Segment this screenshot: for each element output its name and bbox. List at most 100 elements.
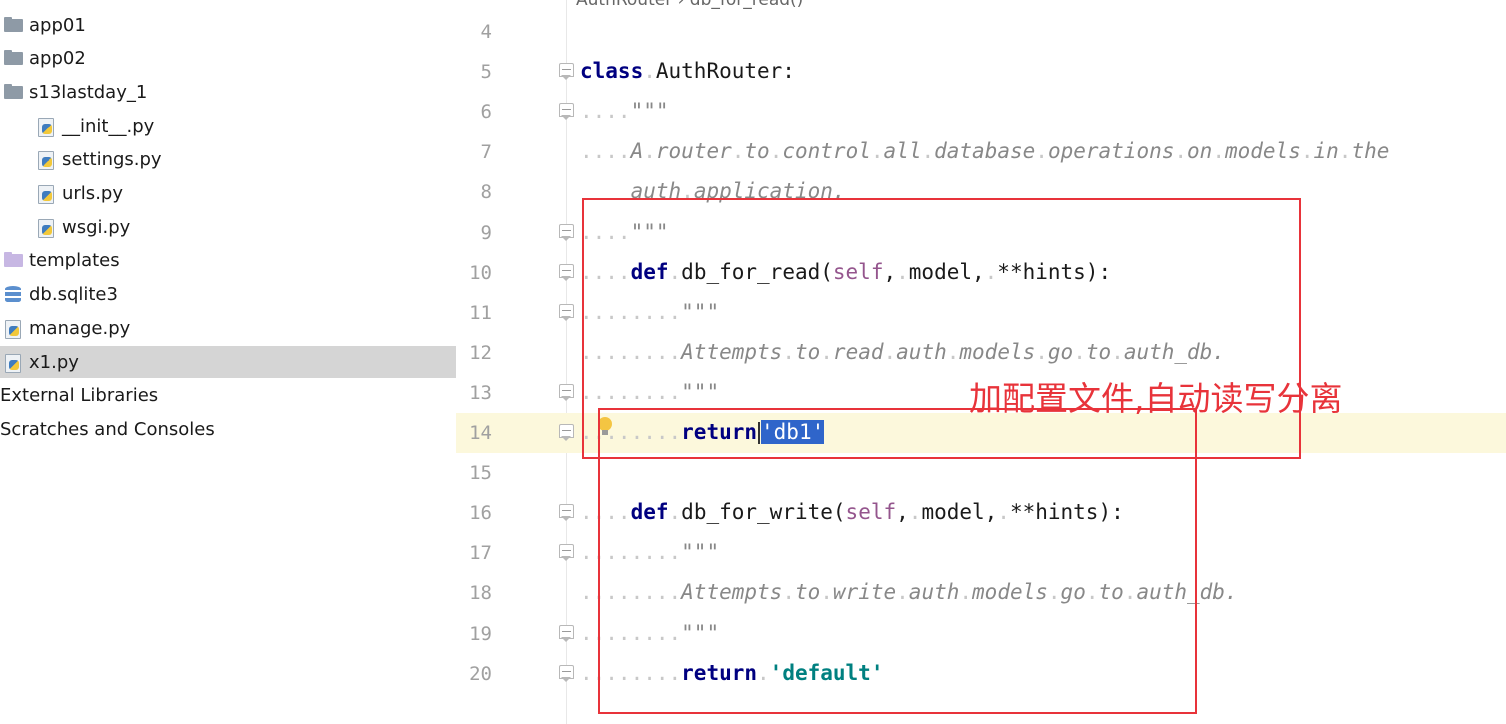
fold-marker-icon[interactable] [557, 503, 575, 522]
code-token: . [769, 139, 783, 164]
code-token: . [1300, 139, 1314, 164]
line-number[interactable]: 16 [456, 502, 492, 524]
line-number[interactable]: 20 [456, 663, 492, 685]
code-token: control [782, 139, 871, 164]
code-text[interactable]: ....A.router.to.control.all.database.ope… [580, 139, 1389, 163]
code-token: on [1187, 139, 1213, 164]
line-number[interactable]: 7 [456, 141, 492, 163]
breadcrumb-separator: › [677, 0, 690, 10]
line-number[interactable]: 13 [456, 382, 492, 404]
line-number[interactable]: 19 [456, 623, 492, 645]
project-tree-item[interactable]: settings.py [0, 143, 456, 175]
code-token: . [870, 139, 884, 164]
project-tree-item[interactable]: wsgi.py [0, 211, 456, 243]
editor-breadcrumb[interactable]: AuthRouter › db_for_read() [576, 0, 803, 10]
code-editor[interactable]: AuthRouter › db_for_read() 4 5 class.AuthR… [456, 0, 1506, 724]
project-tree-item-label: wsgi.py [62, 216, 131, 238]
code-token: class [580, 59, 644, 84]
project-tool-window: app01 app02 s13lastday_1 __init__.pysetting… [0, 0, 457, 724]
line-number[interactable]: 17 [456, 542, 492, 564]
project-tree-item[interactable]: External Libraries [0, 379, 456, 411]
project-tree-item-label: db.sqlite3 [29, 283, 118, 305]
fold-marker-icon[interactable] [557, 664, 575, 682]
line-number[interactable]: 5 [456, 61, 492, 83]
code-token: . [643, 139, 656, 164]
python-file-icon [3, 353, 25, 373]
code-token: . [921, 139, 935, 164]
python-file-icon [36, 218, 58, 238]
code-token: .... [580, 99, 631, 124]
code-token: .... [580, 139, 631, 164]
code-line[interactable]: 7 ....A.router.to.control.all.database.op… [456, 132, 1506, 172]
code-token: models [1224, 139, 1301, 164]
code-token: database [934, 139, 1036, 164]
python-file-icon [3, 319, 25, 339]
project-tree-item[interactable]: manage.py [0, 312, 456, 344]
code-token: . [1212, 139, 1225, 164]
project-tree-item[interactable]: templates [0, 244, 456, 276]
python-file-icon [36, 117, 58, 137]
project-tree-item-label: __init__.py [62, 115, 155, 137]
project-tree-item-label: x1.py [29, 351, 79, 373]
fold-marker-icon[interactable] [557, 543, 575, 562]
project-tree-item[interactable]: app01 [0, 9, 456, 41]
fold-marker-icon[interactable] [557, 263, 575, 281]
database-icon [3, 285, 25, 303]
code-token: the [1351, 139, 1390, 164]
code-token: all [883, 139, 922, 164]
python-file-icon [36, 184, 58, 204]
line-number[interactable]: 15 [456, 462, 492, 484]
breadcrumb-method[interactable]: db_for_read() [690, 0, 804, 10]
line-number[interactable]: 6 [456, 101, 492, 123]
project-tree-item-label: settings.py [62, 148, 162, 170]
fold-marker-icon[interactable] [557, 303, 575, 321]
code-token: . [1035, 139, 1048, 164]
project-tree-item-label: External Libraries [0, 384, 159, 406]
project-tree-item[interactable]: __init__.py [0, 110, 456, 142]
code-line[interactable]: 6 ....""" [456, 92, 1506, 132]
breadcrumb-class[interactable]: AuthRouter [576, 0, 672, 10]
code-text[interactable]: ....""" [580, 99, 669, 123]
project-tree-item[interactable]: urls.py [0, 177, 456, 209]
project-tree-item-label: templates [29, 249, 120, 271]
code-token: operations [1047, 139, 1175, 164]
line-number[interactable]: 11 [456, 302, 492, 324]
line-number[interactable]: 12 [456, 342, 492, 364]
code-token: to [744, 139, 770, 164]
line-number[interactable]: 8 [456, 181, 492, 203]
line-number[interactable]: 4 [456, 21, 492, 43]
project-tree-item-label: app02 [29, 47, 86, 69]
code-token: in [1313, 139, 1339, 164]
line-number[interactable]: 9 [456, 222, 492, 244]
annotation-box-write [598, 408, 1197, 714]
fold-marker-icon[interactable] [557, 423, 575, 441]
fold-marker-icon[interactable] [557, 624, 575, 642]
project-tree-item[interactable]: x1.py [0, 346, 456, 378]
fold-marker-icon[interactable] [557, 223, 575, 241]
project-tree-item[interactable]: s13lastday_1 [0, 76, 456, 108]
code-token: A [630, 139, 644, 164]
project-tree-item[interactable]: app02 [0, 42, 456, 74]
folder-icon [3, 83, 25, 101]
fold-marker-icon[interactable] [557, 62, 575, 81]
project-tree-item-label: app01 [29, 14, 86, 36]
templates-folder-icon [3, 251, 25, 269]
code-token: . [643, 59, 656, 84]
code-line[interactable]: 4 [456, 12, 1506, 52]
fold-marker-icon[interactable] [557, 383, 575, 401]
project-tree-item-label: urls.py [62, 182, 123, 204]
line-number[interactable]: 18 [456, 582, 492, 604]
project-tree-item-label: s13lastday_1 [29, 81, 148, 103]
fold-marker-icon[interactable] [557, 102, 575, 121]
code-token: router [655, 139, 732, 164]
project-tree-item-label: Scratches and Consoles [0, 418, 215, 440]
project-tree-item[interactable]: db.sqlite3 [0, 278, 456, 310]
folder-icon [3, 49, 25, 67]
annotation-note: 加配置文件,自动读写分离 [969, 379, 1343, 418]
line-number[interactable]: 14 [456, 422, 492, 444]
line-number[interactable]: 10 [456, 262, 492, 284]
project-tree-item[interactable]: Scratches and Consoles [0, 413, 456, 445]
code-line[interactable]: 5 class.AuthRouter: [456, 52, 1506, 92]
code-token: . [731, 139, 745, 164]
code-text[interactable]: class.AuthRouter: [580, 59, 795, 83]
